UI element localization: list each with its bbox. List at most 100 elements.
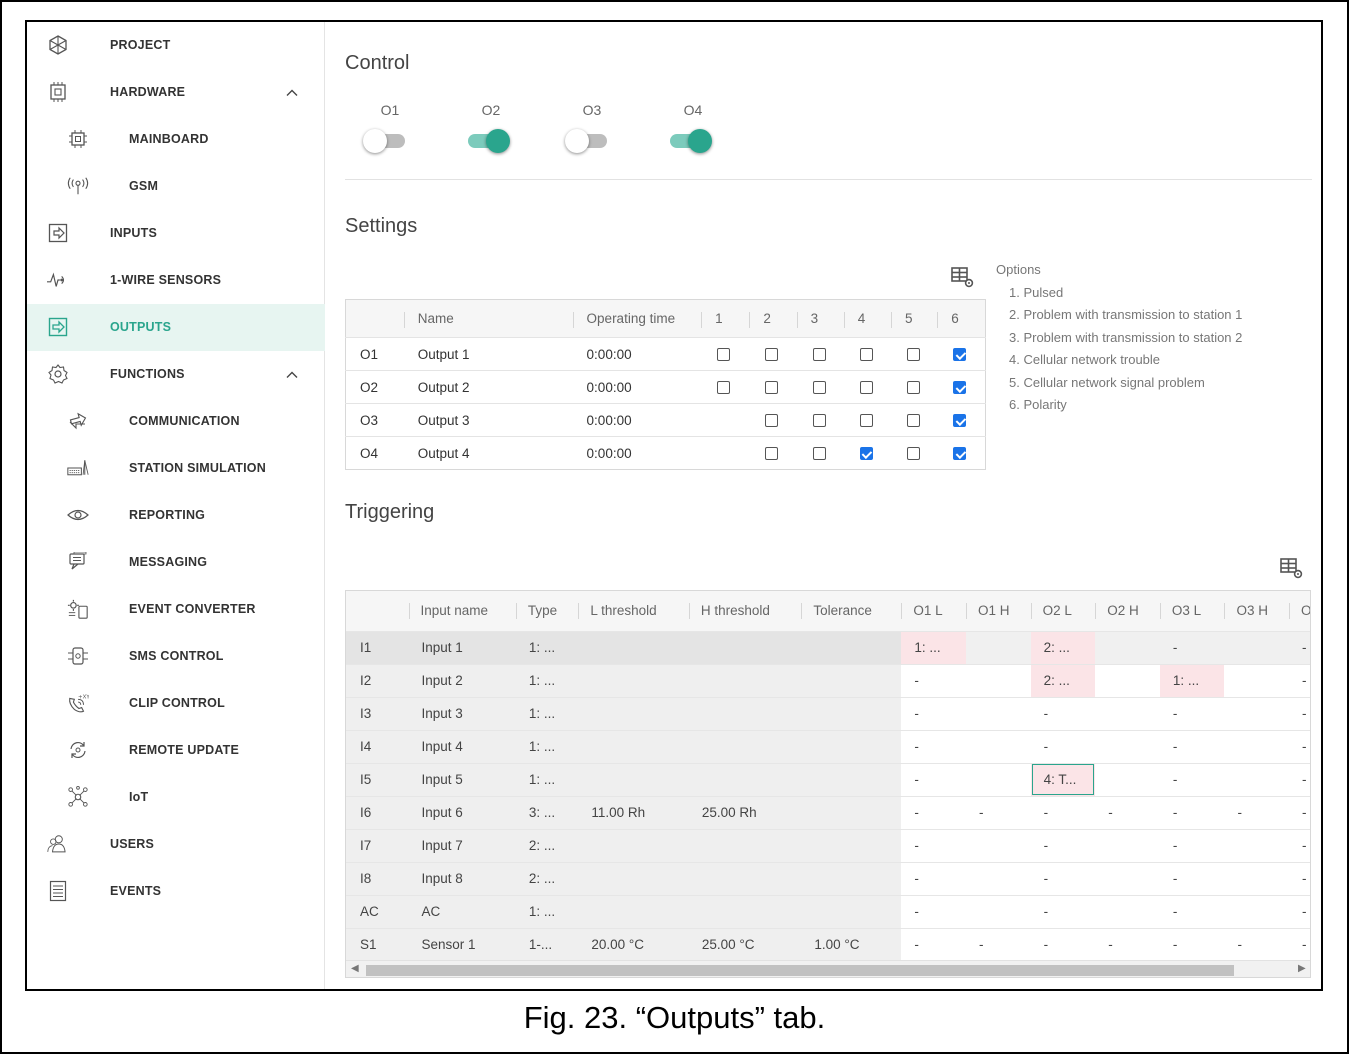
triggering-cell[interactable] xyxy=(1095,828,1160,862)
sidebar-item-iot[interactable]: IoT xyxy=(27,774,325,821)
settings-header-cell[interactable]: 6 xyxy=(937,299,986,338)
option-2-checkbox[interactable] xyxy=(765,447,779,461)
triggering-header-cell[interactable]: O4 L xyxy=(1289,591,1310,631)
triggering-header-cell[interactable]: O2 L xyxy=(1030,591,1096,631)
option-4-checkbox[interactable] xyxy=(859,348,873,362)
triggering-cell[interactable]: - xyxy=(1289,729,1310,763)
sidebar-item-1-wire-sensors[interactable]: 1-WIRE SENSORS xyxy=(27,257,325,304)
triggering-cell[interactable] xyxy=(1224,630,1290,664)
output-name[interactable]: Output 1 xyxy=(403,337,573,371)
triggering-header-cell[interactable]: O1 H xyxy=(966,591,1031,631)
triggering-cell[interactable]: - xyxy=(901,729,966,763)
toggle-switch-o1[interactable] xyxy=(363,127,409,153)
option-5-checkbox[interactable] xyxy=(907,414,921,428)
triggering-cell[interactable]: - xyxy=(1030,927,1096,961)
triggering-cell[interactable]: 2: ... xyxy=(1030,663,1096,697)
sidebar-item-project[interactable]: PROJECT xyxy=(27,22,325,69)
triggering-cell[interactable] xyxy=(1224,894,1290,928)
triggering-header-cell[interactable]: Type xyxy=(515,591,579,631)
output-name[interactable]: Output 2 xyxy=(403,370,573,404)
triggering-cell[interactable] xyxy=(966,861,1031,895)
sidebar-item-mainboard[interactable]: MAINBOARD xyxy=(27,116,325,163)
settings-row[interactable]: O4 Output 4 0:00:00 xyxy=(345,436,986,470)
settings-header-cell[interactable]: Operating time xyxy=(572,299,702,338)
option-2-checkbox[interactable] xyxy=(765,348,779,362)
triggering-cell[interactable]: - xyxy=(901,696,966,730)
option-1-checkbox[interactable] xyxy=(717,381,731,395)
settings-header-cell[interactable]: 3 xyxy=(796,299,844,338)
option-4-checkbox[interactable] xyxy=(859,414,873,428)
triggering-cell[interactable] xyxy=(966,762,1031,796)
triggering-cell[interactable]: 1: ... xyxy=(901,630,966,664)
option-2-checkbox[interactable] xyxy=(765,381,779,395)
option-6-checkbox[interactable] xyxy=(953,348,967,362)
triggering-cell[interactable]: - xyxy=(1289,894,1310,928)
triggering-cell[interactable]: - xyxy=(901,861,966,895)
triggering-cell[interactable]: - xyxy=(901,927,966,961)
triggering-row[interactable]: I3 Input 3 1: ... - - - - xyxy=(346,696,1310,730)
sidebar-item-events[interactable]: EVENTS xyxy=(27,868,325,915)
triggering-cell[interactable]: - xyxy=(966,795,1031,829)
triggering-row[interactable]: AC AC 1: ... - - - - xyxy=(346,894,1310,928)
triggering-cell[interactable]: - xyxy=(1159,927,1225,961)
triggering-row[interactable]: S1 Sensor 1 1-... 20.00 °C 25.00 °C 1.00 °C - -… xyxy=(346,927,1310,961)
triggering-cell[interactable]: - xyxy=(1289,663,1310,697)
option-6-checkbox[interactable] xyxy=(953,414,967,428)
table-settings-icon[interactable] xyxy=(951,267,975,289)
settings-row[interactable]: O1 Output 1 0:00:00 xyxy=(345,337,986,371)
horizontal-scrollbar[interactable]: ◀ ▶ xyxy=(346,960,1310,977)
scroll-left-arrow-icon[interactable]: ◀ xyxy=(351,963,359,974)
settings-header-cell[interactable]: 5 xyxy=(891,299,938,338)
triggering-cell[interactable]: - xyxy=(901,663,966,697)
operating-time[interactable]: 0:00:00 xyxy=(572,370,702,404)
triggering-cell[interactable]: - xyxy=(1159,795,1225,829)
settings-header-cell[interactable]: Name xyxy=(403,299,573,338)
sidebar-item-hardware[interactable]: HARDWARE xyxy=(27,69,325,116)
triggering-header-cell[interactable]: Input name xyxy=(408,591,516,631)
triggering-cell[interactable]: - xyxy=(1289,828,1310,862)
sidebar-item-event-converter[interactable]: EVENT CONVERTER xyxy=(27,586,325,633)
option-3-checkbox[interactable] xyxy=(812,348,826,362)
sidebar-item-messaging[interactable]: MESSAGING xyxy=(27,539,325,586)
sidebar-item-station-simulation[interactable]: STATION SIMULATION xyxy=(27,445,325,492)
settings-header-cell[interactable]: 1 xyxy=(701,299,750,338)
triggering-row[interactable]: I8 Input 8 2: ... - - - - xyxy=(346,861,1310,895)
triggering-cell[interactable] xyxy=(966,729,1031,763)
triggering-cell[interactable]: - xyxy=(1224,927,1290,961)
triggering-cell[interactable]: - xyxy=(1095,795,1160,829)
triggering-cell[interactable] xyxy=(966,696,1031,730)
option-3-checkbox[interactable] xyxy=(812,381,826,395)
triggering-row[interactable]: I6 Input 6 3: ... 11.00 Rh 25.00 Rh - - - - - - - xyxy=(346,795,1310,829)
option-5-checkbox[interactable] xyxy=(907,447,921,461)
table-settings-icon[interactable] xyxy=(1280,558,1304,580)
triggering-cell[interactable]: - xyxy=(1030,729,1096,763)
operating-time[interactable]: 0:00:00 xyxy=(572,436,702,470)
chevron-up-icon[interactable] xyxy=(285,86,299,100)
sidebar-item-remote-update[interactable]: REMOTE UPDATE xyxy=(27,727,325,774)
triggering-header-cell[interactable]: Tolerance xyxy=(801,591,902,631)
toggle-switch-o3[interactable] xyxy=(565,127,611,153)
option-6-checkbox[interactable] xyxy=(953,381,967,395)
triggering-row[interactable]: I2 Input 2 1: ... -2: ... 1: ... - xyxy=(346,663,1310,697)
settings-header-cell[interactable]: 2 xyxy=(749,299,797,338)
settings-row[interactable]: O2 Output 2 0:00:00 xyxy=(345,370,986,404)
triggering-cell[interactable] xyxy=(1095,861,1160,895)
triggering-cell[interactable] xyxy=(966,663,1031,697)
scroll-right-arrow-icon[interactable]: ▶ xyxy=(1298,963,1306,974)
sidebar-item-reporting[interactable]: REPORTING xyxy=(27,492,325,539)
triggering-cell[interactable] xyxy=(966,828,1031,862)
triggering-cell[interactable]: - xyxy=(1159,861,1225,895)
option-5-checkbox[interactable] xyxy=(907,348,921,362)
option-4-checkbox[interactable] xyxy=(859,381,873,395)
option-1-checkbox[interactable] xyxy=(717,348,731,362)
triggering-cell[interactable]: - xyxy=(901,894,966,928)
option-3-checkbox[interactable] xyxy=(812,447,826,461)
triggering-cell[interactable] xyxy=(1224,828,1290,862)
triggering-cell[interactable]: - xyxy=(1159,828,1225,862)
toggle-switch-o4[interactable] xyxy=(666,127,712,153)
sidebar-item-outputs[interactable]: OUTPUTS xyxy=(27,304,325,351)
triggering-row[interactable]: I4 Input 4 1: ... - - - - xyxy=(346,729,1310,763)
triggering-cell[interactable] xyxy=(1095,762,1160,796)
triggering-cell[interactable]: - xyxy=(901,828,966,862)
triggering-cell[interactable]: 4: T... xyxy=(1030,762,1096,796)
